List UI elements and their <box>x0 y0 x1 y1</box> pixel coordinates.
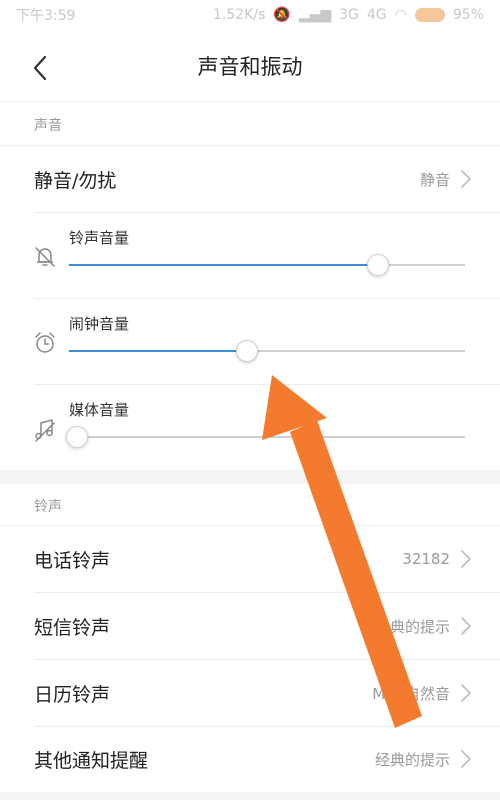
signal-bars-icon: ▂▄▆ <box>298 7 332 23</box>
calendar-ringtone-row[interactable]: 日历铃声 MIUI自然音 <box>0 660 500 726</box>
section-header-ringtone: 铃声 <box>34 499 62 515</box>
bottom-band <box>0 792 500 800</box>
status-time: 下午3:59 <box>16 8 76 24</box>
slider-thumb[interactable] <box>366 254 389 276</box>
row-value: 经典的提示 <box>374 750 450 769</box>
row-label: 短信铃声 <box>34 616 111 639</box>
silent-mode-row[interactable]: 静音/勿扰 静音 <box>0 146 500 212</box>
slider-track <box>69 436 465 438</box>
slider-thumb[interactable] <box>65 426 88 448</box>
volume-label: 闹钟音量 <box>69 315 130 333</box>
section-gap <box>0 470 500 484</box>
volume-row-alarm: 闹钟音量 <box>0 299 500 385</box>
volume-label: 铃声音量 <box>69 229 130 247</box>
row-value: 经典的提示 <box>374 617 450 636</box>
music-note-icon <box>35 419 55 442</box>
row-value: 32182 <box>402 550 450 568</box>
back-button[interactable] <box>22 50 58 86</box>
status-bar: 下午3:59 1.52K/s 🔕 ▂▄▆ 3G 4G ◠ 95% <box>0 0 500 30</box>
row-label: 日历铃声 <box>34 683 111 706</box>
ringtone-volume-slider[interactable] <box>69 253 465 277</box>
row-label: 静音/勿扰 <box>34 169 117 192</box>
volume-row-media: 媒体音量 <box>0 385 500 471</box>
signal-3g: 3G <box>339 7 359 23</box>
wifi-icon: ◠ <box>394 7 407 23</box>
page-title: 声音和振动 <box>197 55 303 79</box>
chevron-left-icon <box>33 55 47 81</box>
signal-4g: 4G <box>366 7 387 23</box>
chevron-right-icon <box>461 550 471 568</box>
chevron-right-icon <box>461 617 471 635</box>
chevron-right-icon <box>461 750 471 768</box>
alarm-clock-icon <box>35 332 55 353</box>
volume-row-ringtone: 铃声音量 <box>0 213 500 299</box>
status-icons: 1.52K/s 🔕 ▂▄▆ 3G 4G ◠ 95% <box>213 7 484 23</box>
sms-ringtone-row[interactable]: 短信铃声 经典的提示 <box>0 593 500 659</box>
slider-fill <box>69 350 248 352</box>
chevron-right-icon <box>461 684 471 702</box>
slider-fill <box>69 264 378 266</box>
section-header-sound: 声音 <box>34 118 62 134</box>
bell-muted-icon <box>35 247 55 267</box>
battery-icon <box>414 8 445 22</box>
row-label: 电话铃声 <box>34 549 111 572</box>
network-speed: 1.52K/s <box>213 7 266 23</box>
row-label: 其他通知提醒 <box>34 749 149 772</box>
mute-status-icon: 🔕 <box>273 7 291 23</box>
title-bar: 声音和振动 <box>0 30 500 102</box>
row-value: MIUI自然音 <box>372 684 450 703</box>
divider <box>0 101 500 102</box>
volume-label: 媒体音量 <box>69 401 130 419</box>
chevron-right-icon <box>461 170 471 188</box>
phone-ringtone-row[interactable]: 电话铃声 32182 <box>0 526 500 592</box>
media-volume-slider[interactable] <box>65 425 465 449</box>
row-value: 静音 <box>419 170 450 189</box>
battery-percent: 95% <box>452 7 484 23</box>
other-notification-row[interactable]: 其他通知提醒 经典的提示 <box>0 726 500 792</box>
slider-thumb[interactable] <box>236 340 259 362</box>
alarm-volume-slider[interactable] <box>69 339 465 363</box>
